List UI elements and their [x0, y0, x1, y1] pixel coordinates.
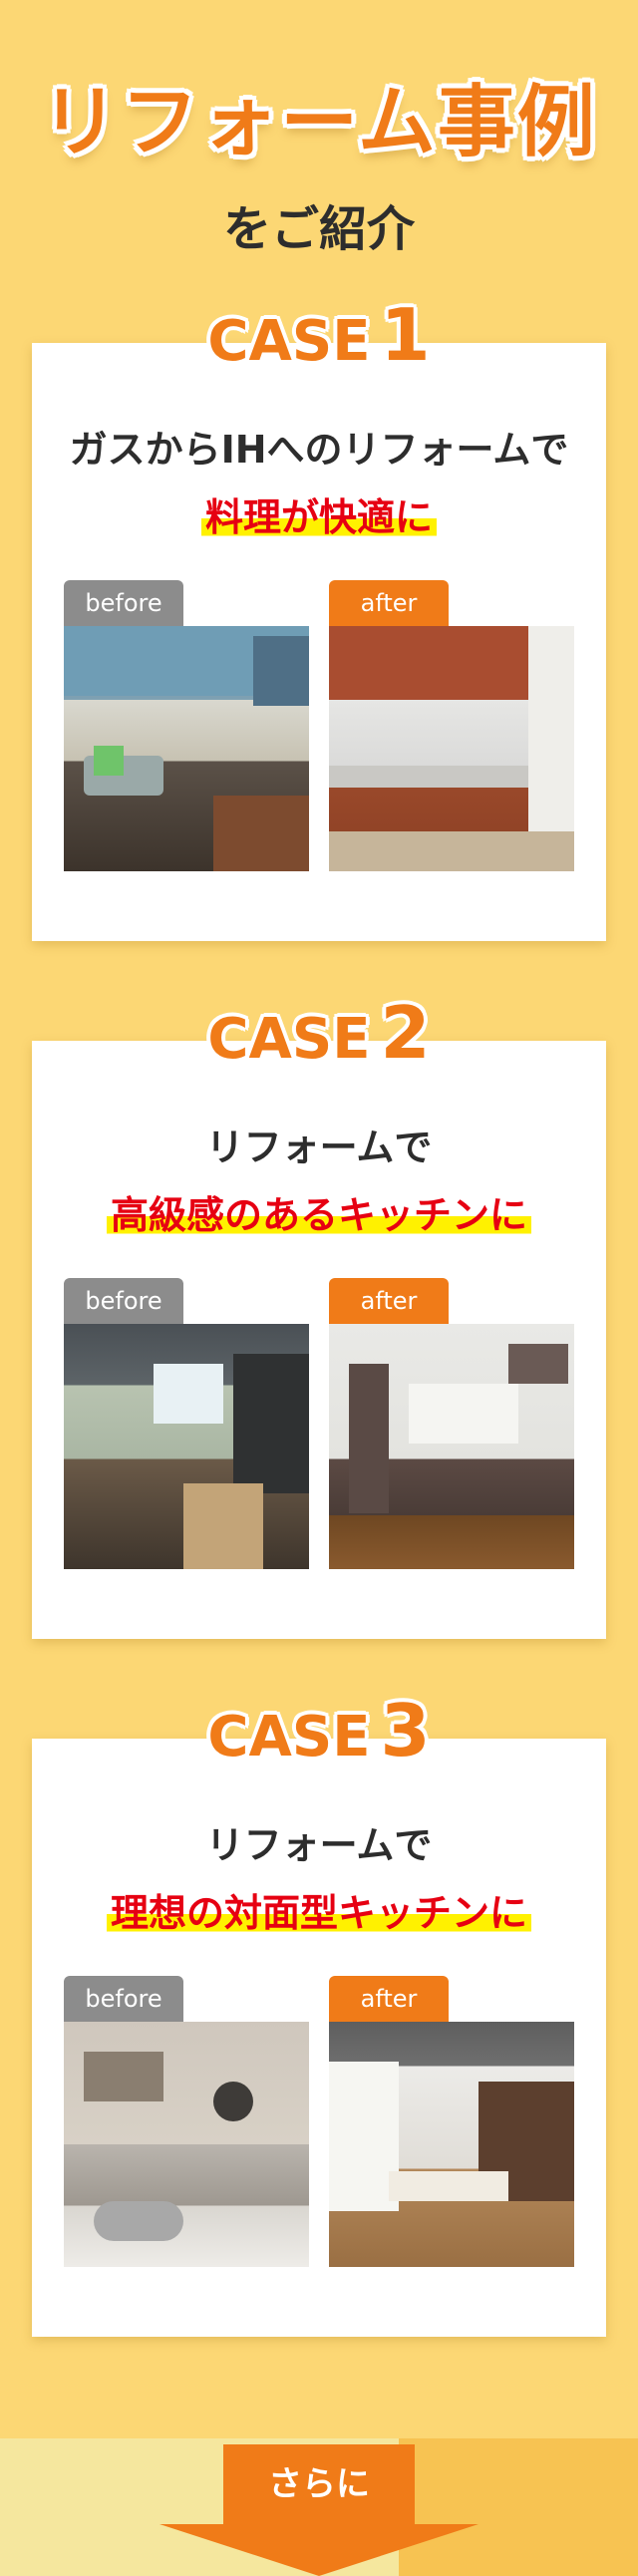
before-image [64, 1324, 309, 1569]
case-label: CASE 1 [207, 293, 431, 377]
before-tag: before [64, 580, 183, 626]
before-image [64, 626, 309, 871]
more-button[interactable]: さらに [223, 2444, 415, 2524]
case-highlight: 高級感のあるキッチンに [32, 1184, 606, 1239]
chevron-down-icon[interactable] [160, 2524, 478, 2576]
after-photo: after [329, 1278, 574, 1569]
after-image [329, 626, 574, 871]
after-image [329, 1324, 574, 1569]
case-highlight: 料理が快適に [32, 486, 606, 541]
before-photo: before [64, 1278, 309, 1569]
before-photo: before [64, 1976, 309, 2267]
case-card-2: CASE 2 リフォームで 高級感のあるキッチンに before after [32, 991, 606, 1639]
case-headline: リフォームで [205, 1126, 433, 1169]
case-card-3: CASE 3 リフォームで 理想の対面型キッチンに before after [32, 1689, 606, 2337]
case-headline: リフォームで [205, 1823, 433, 1867]
after-tag: after [329, 1278, 449, 1324]
case-card-1: CASE 1 ガスからIHへのリフォームで 料理が快適に before after [32, 293, 606, 941]
after-tag: after [329, 580, 449, 626]
after-photo: after [329, 580, 574, 871]
before-photo: before [64, 580, 309, 871]
hero-subtitle: をご紹介 [222, 201, 415, 257]
case-label: CASE 2 [207, 991, 431, 1075]
case-label: CASE 3 [207, 1689, 431, 1772]
case-headline: ガスからIHへのリフォームで [69, 428, 569, 472]
before-tag: before [64, 1278, 183, 1324]
after-tag: after [329, 1976, 449, 2022]
after-image [329, 2022, 574, 2267]
case-highlight: 理想の対面型キッチンに [32, 1882, 606, 1937]
hero-title: リフォーム事例 [41, 78, 597, 167]
after-photo: after [329, 1976, 574, 2267]
before-image [64, 2022, 309, 2267]
before-tag: before [64, 1976, 183, 2022]
